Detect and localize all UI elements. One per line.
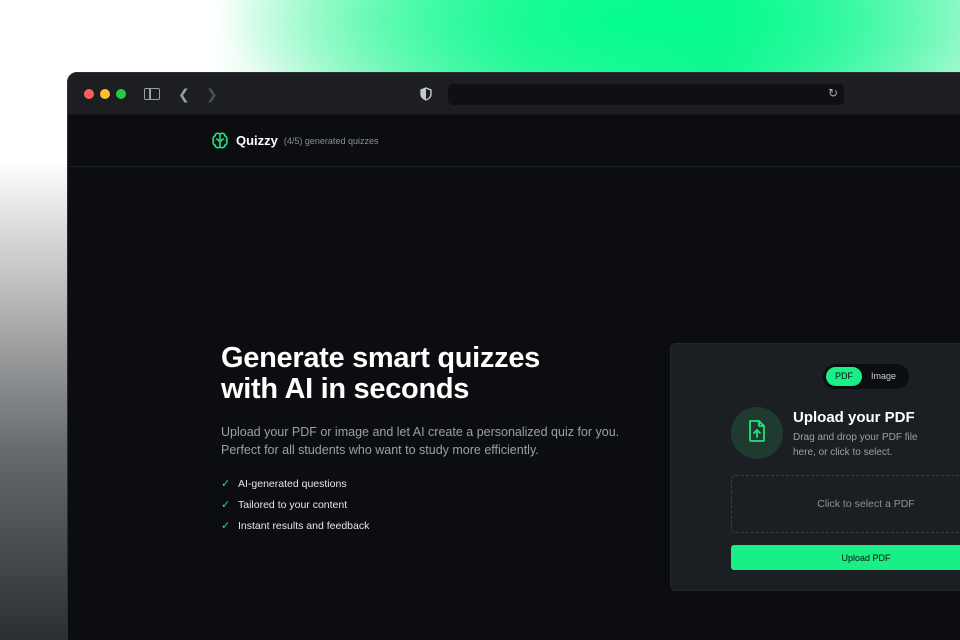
- dropzone-label: Click to select a PDF: [817, 498, 915, 510]
- reload-icon[interactable]: ↻: [828, 86, 838, 100]
- hero-title: Generate smart quizzes with AI in second…: [221, 343, 641, 405]
- minimize-window-button[interactable]: [100, 89, 110, 99]
- close-window-button[interactable]: [84, 89, 94, 99]
- feature-label: Instant results and feedback: [238, 519, 370, 532]
- toggle-option-image[interactable]: Image: [862, 367, 905, 386]
- upload-pdf-button[interactable]: Upload PDF: [731, 545, 960, 570]
- check-icon: ✓: [221, 499, 231, 511]
- feature-list: ✓ AI-generated questions ✓ Tailored to y…: [221, 473, 641, 536]
- back-icon[interactable]: ❮: [178, 86, 190, 102]
- file-type-toggle: PDF Image: [823, 364, 909, 389]
- feature-item: ✓ Tailored to your content: [221, 494, 641, 515]
- check-icon: ✓: [221, 520, 231, 532]
- file-upload-icon-badge: [731, 407, 783, 459]
- browser-titlebar: ❮ ❯ ↻: [68, 73, 960, 115]
- maximize-window-button[interactable]: [116, 89, 126, 99]
- brain-logo-icon[interactable]: [210, 131, 230, 151]
- feature-item: ✓ Instant results and feedback: [221, 515, 641, 536]
- app-header: Quizzy (4/5) generated quizzes: [68, 115, 960, 167]
- toggle-option-pdf[interactable]: PDF: [826, 367, 862, 386]
- forward-icon[interactable]: ❯: [206, 86, 218, 102]
- check-icon: ✓: [221, 478, 231, 490]
- hero-description: Upload your PDF or image and let AI crea…: [221, 425, 620, 457]
- hero-section: Generate smart quizzes with AI in second…: [221, 343, 641, 536]
- sidebar-icon[interactable]: [144, 88, 160, 100]
- upload-description: Drag and drop your PDF file here, or cli…: [793, 432, 918, 458]
- upload-title: Upload your PDF: [793, 409, 915, 426]
- shield-icon[interactable]: [420, 87, 432, 101]
- pdf-dropzone[interactable]: Click to select a PDF: [731, 475, 960, 533]
- upload-card: PDF Image Upload your PDF Drag and drop …: [670, 343, 960, 591]
- hero-title-line2: with AI in seconds: [221, 373, 470, 405]
- browser-window: ❮ ❯ ↻ Quizzy (4/5) generated quizzes Gen…: [67, 72, 960, 640]
- address-bar[interactable]: ↻: [448, 84, 844, 105]
- brand-name[interactable]: Quizzy: [236, 133, 278, 148]
- feature-label: Tailored to your content: [238, 498, 348, 511]
- feature-label: AI-generated questions: [238, 477, 347, 490]
- quiz-quota: (4/5) generated quizzes: [283, 135, 379, 146]
- file-upload-icon: [747, 419, 767, 448]
- hero-title-line1: Generate smart quizzes: [221, 342, 540, 374]
- feature-item: ✓ AI-generated questions: [221, 473, 641, 494]
